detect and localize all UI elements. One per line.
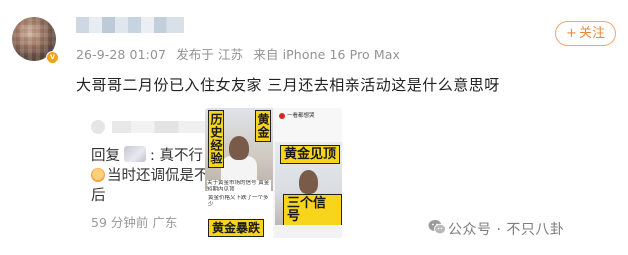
red-dot-icon [279,113,285,119]
reply-section: 回复 : 真不行 当时还调侃是不 后 59 分钟前 广东 [76,114,622,234]
emoji-icon [91,168,105,182]
image-panel-2: 一看都想哭 [275,108,342,142]
username-blurred[interactable] [76,17,184,33]
plus-icon: + [566,26,577,41]
post-meta: 26-9-28 01:07 发布于 江苏 来自 iPhone 16 Pro Ma… [76,44,406,63]
reply-line-2: 当时还调侃是不 [91,164,209,185]
reply-prefix: 回复 [91,148,120,164]
post-date: 26-9-28 01:07 [76,47,167,62]
watermark-text: 公众号 · 不只八卦 [448,222,565,238]
reply-username-blurred[interactable] [112,121,207,133]
reply-line-3: 后 [91,188,106,204]
follow-label: 关注 [578,26,605,41]
verified-badge-icon: v [46,51,59,64]
reply-line-1: 回复 : 真不行 [91,144,203,165]
follow-button[interactable]: + 关注 [555,21,616,46]
figure-head [229,136,249,160]
post-location: 发布于 江苏 [176,47,244,62]
embedded-image[interactable]: 历史经验 黄金 关于黄金市场的信号 黄金短期内见顶 一看都想哭 黄金见顶 三个信… [205,108,342,238]
tag-three-signals: 三个信号 [283,194,342,225]
reply-time-location: 59 分钟前 广东 [91,215,178,230]
reply-line2-text: 当时还调侃是不 [107,168,209,184]
panel4-caption: 黄金价格又下跌了一个多少 [208,195,269,208]
tag-gold-crash: 黄金暴跌 [208,219,265,237]
image-panel-5 [275,225,342,238]
figure-head-2 [299,170,318,194]
post-device: 来自 iPhone 16 Pro Max [253,47,400,62]
image-panel-1: 历史经验 黄金 关于黄金市场的信号 黄金短期内见顶 [205,108,273,191]
wechat-icon [428,220,446,235]
panel2-caption: 一看都想哭 [287,113,315,119]
tag-history: 历史经验 [208,110,224,168]
image-panel-3: 黄金见顶 三个信号 [275,142,342,225]
tag-gold-peak: 黄金见顶 [280,145,341,164]
post-content: 大哥哥二月份已入住女友家 三月还去相亲活动这是什么意思呀 [76,76,500,94]
panel1-caption: 关于黄金市场的信号 黄金短期内见顶 [207,180,271,191]
tag-gold: 黄金 [255,110,271,142]
reply-mention-blurred[interactable] [124,146,146,162]
reply-text: : 真不行 [150,148,203,164]
reply-avatar[interactable] [91,120,105,134]
image-panel-4: 黄金价格又下跌了一个多少 黄金暴跌 [205,191,273,238]
